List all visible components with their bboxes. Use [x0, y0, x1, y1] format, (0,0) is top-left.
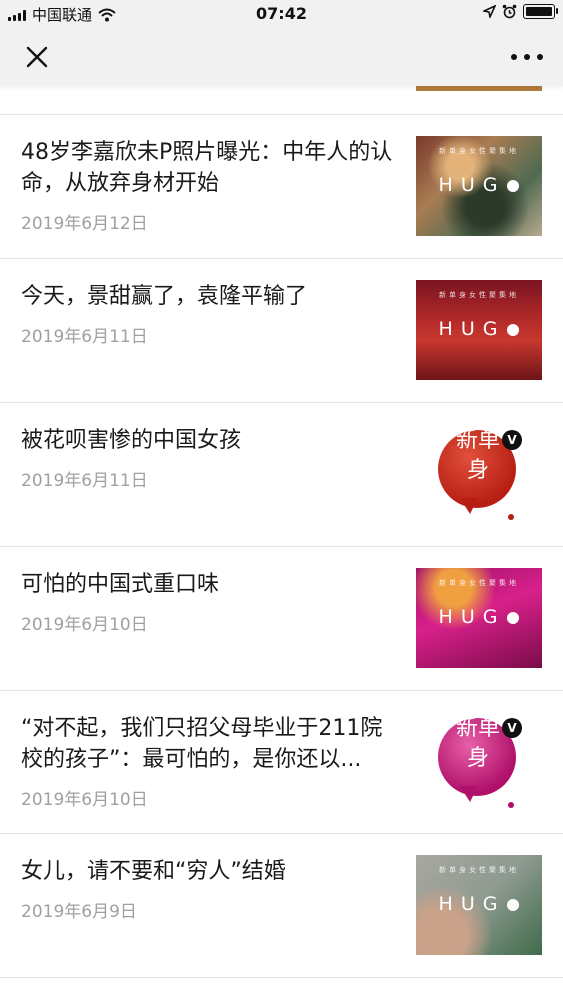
article-date: 2019年6月9日	[21, 902, 137, 922]
partial-thumbnail	[416, 86, 542, 91]
more-icon[interactable]	[511, 44, 543, 70]
article-item[interactable]: 被花呗害惨的中国女孩 2019年6月11日 新单身 V	[0, 403, 563, 547]
verified-badge: V	[502, 718, 522, 738]
close-icon[interactable]	[22, 42, 52, 72]
article-list: 48岁李嘉欣未P照片曝光：中年人的认命，从放弃身材开始 2019年6月12日 新…	[0, 86, 563, 1008]
article-date: 2019年6月10日	[21, 790, 148, 810]
status-time: 07:42	[256, 4, 307, 23]
article-title: 今天，景甜赢了，袁隆平输了	[21, 284, 308, 309]
article-item[interactable]: 48岁李嘉欣未P照片曝光：中年人的认命，从放弃身材开始 2019年6月12日 新…	[0, 115, 563, 259]
article-thumbnail: 新单身 V	[416, 424, 542, 524]
partial-item-top[interactable]	[0, 86, 563, 115]
status-bar: 中国联通 07:42	[0, 0, 563, 28]
article-date: 2019年6月11日	[21, 327, 148, 347]
thumbnail-logo-text: HUG	[416, 606, 542, 628]
article-item[interactable]: “对不起，我们只招父母毕业于211院校的孩子”：最可怕的，是你还以... 201…	[0, 691, 563, 834]
article-thumbnail: 新单身女性聚集地 HUG	[416, 280, 542, 380]
article-date: 2019年6月10日	[21, 615, 148, 635]
logo-dot-icon	[507, 323, 520, 336]
thumbnail-logo-text: HUG	[416, 174, 542, 196]
logo-dot-icon	[507, 611, 520, 624]
article-thumbnail: 新单身女性聚集地 HUG	[416, 568, 542, 668]
partial-item-bottom[interactable]	[0, 978, 563, 1008]
article-thumbnail: 新单身女性聚集地 HUG	[416, 855, 542, 955]
article-title: 可怕的中国式重口味	[21, 572, 220, 597]
article-title: 48岁李嘉欣未P照片曝光：中年人的认命，从放弃身材开始	[21, 140, 393, 196]
article-title: 女儿，请不要和“穷人”结婚	[21, 859, 286, 884]
thumbnail-logo-text: HUG	[416, 318, 542, 340]
article-item[interactable]: 女儿，请不要和“穷人”结婚 2019年6月9日 新单身女性聚集地 HUG	[0, 834, 563, 978]
location-icon	[483, 5, 496, 18]
logo-dot-icon	[507, 179, 520, 192]
article-item[interactable]: 今天，景甜赢了，袁隆平输了 2019年6月11日 新单身女性聚集地 HUG	[0, 259, 563, 403]
battery-icon	[523, 4, 558, 19]
logo-text: 新单身	[455, 716, 500, 771]
logo-dot-icon	[507, 898, 520, 911]
article-date: 2019年6月11日	[21, 471, 148, 491]
article-title: 被花呗害惨的中国女孩	[21, 428, 242, 453]
logo-text: 新单身	[455, 428, 500, 483]
article-thumbnail: 新单身 V	[416, 712, 542, 812]
thumbnail-logo-text: HUG	[416, 893, 542, 915]
article-title: “对不起，我们只招父母毕业于211院校的孩子”：最可怕的，是你还以...	[21, 716, 383, 772]
alarm-icon	[502, 4, 517, 19]
nav-bar	[0, 28, 563, 86]
status-right	[483, 4, 558, 19]
article-thumbnail: 新单身女性聚集地 HUG	[416, 136, 542, 236]
article-date: 2019年6月12日	[21, 214, 148, 234]
article-item[interactable]: 可怕的中国式重口味 2019年6月10日 新单身女性聚集地 HUG	[0, 547, 563, 691]
verified-badge: V	[502, 430, 522, 450]
